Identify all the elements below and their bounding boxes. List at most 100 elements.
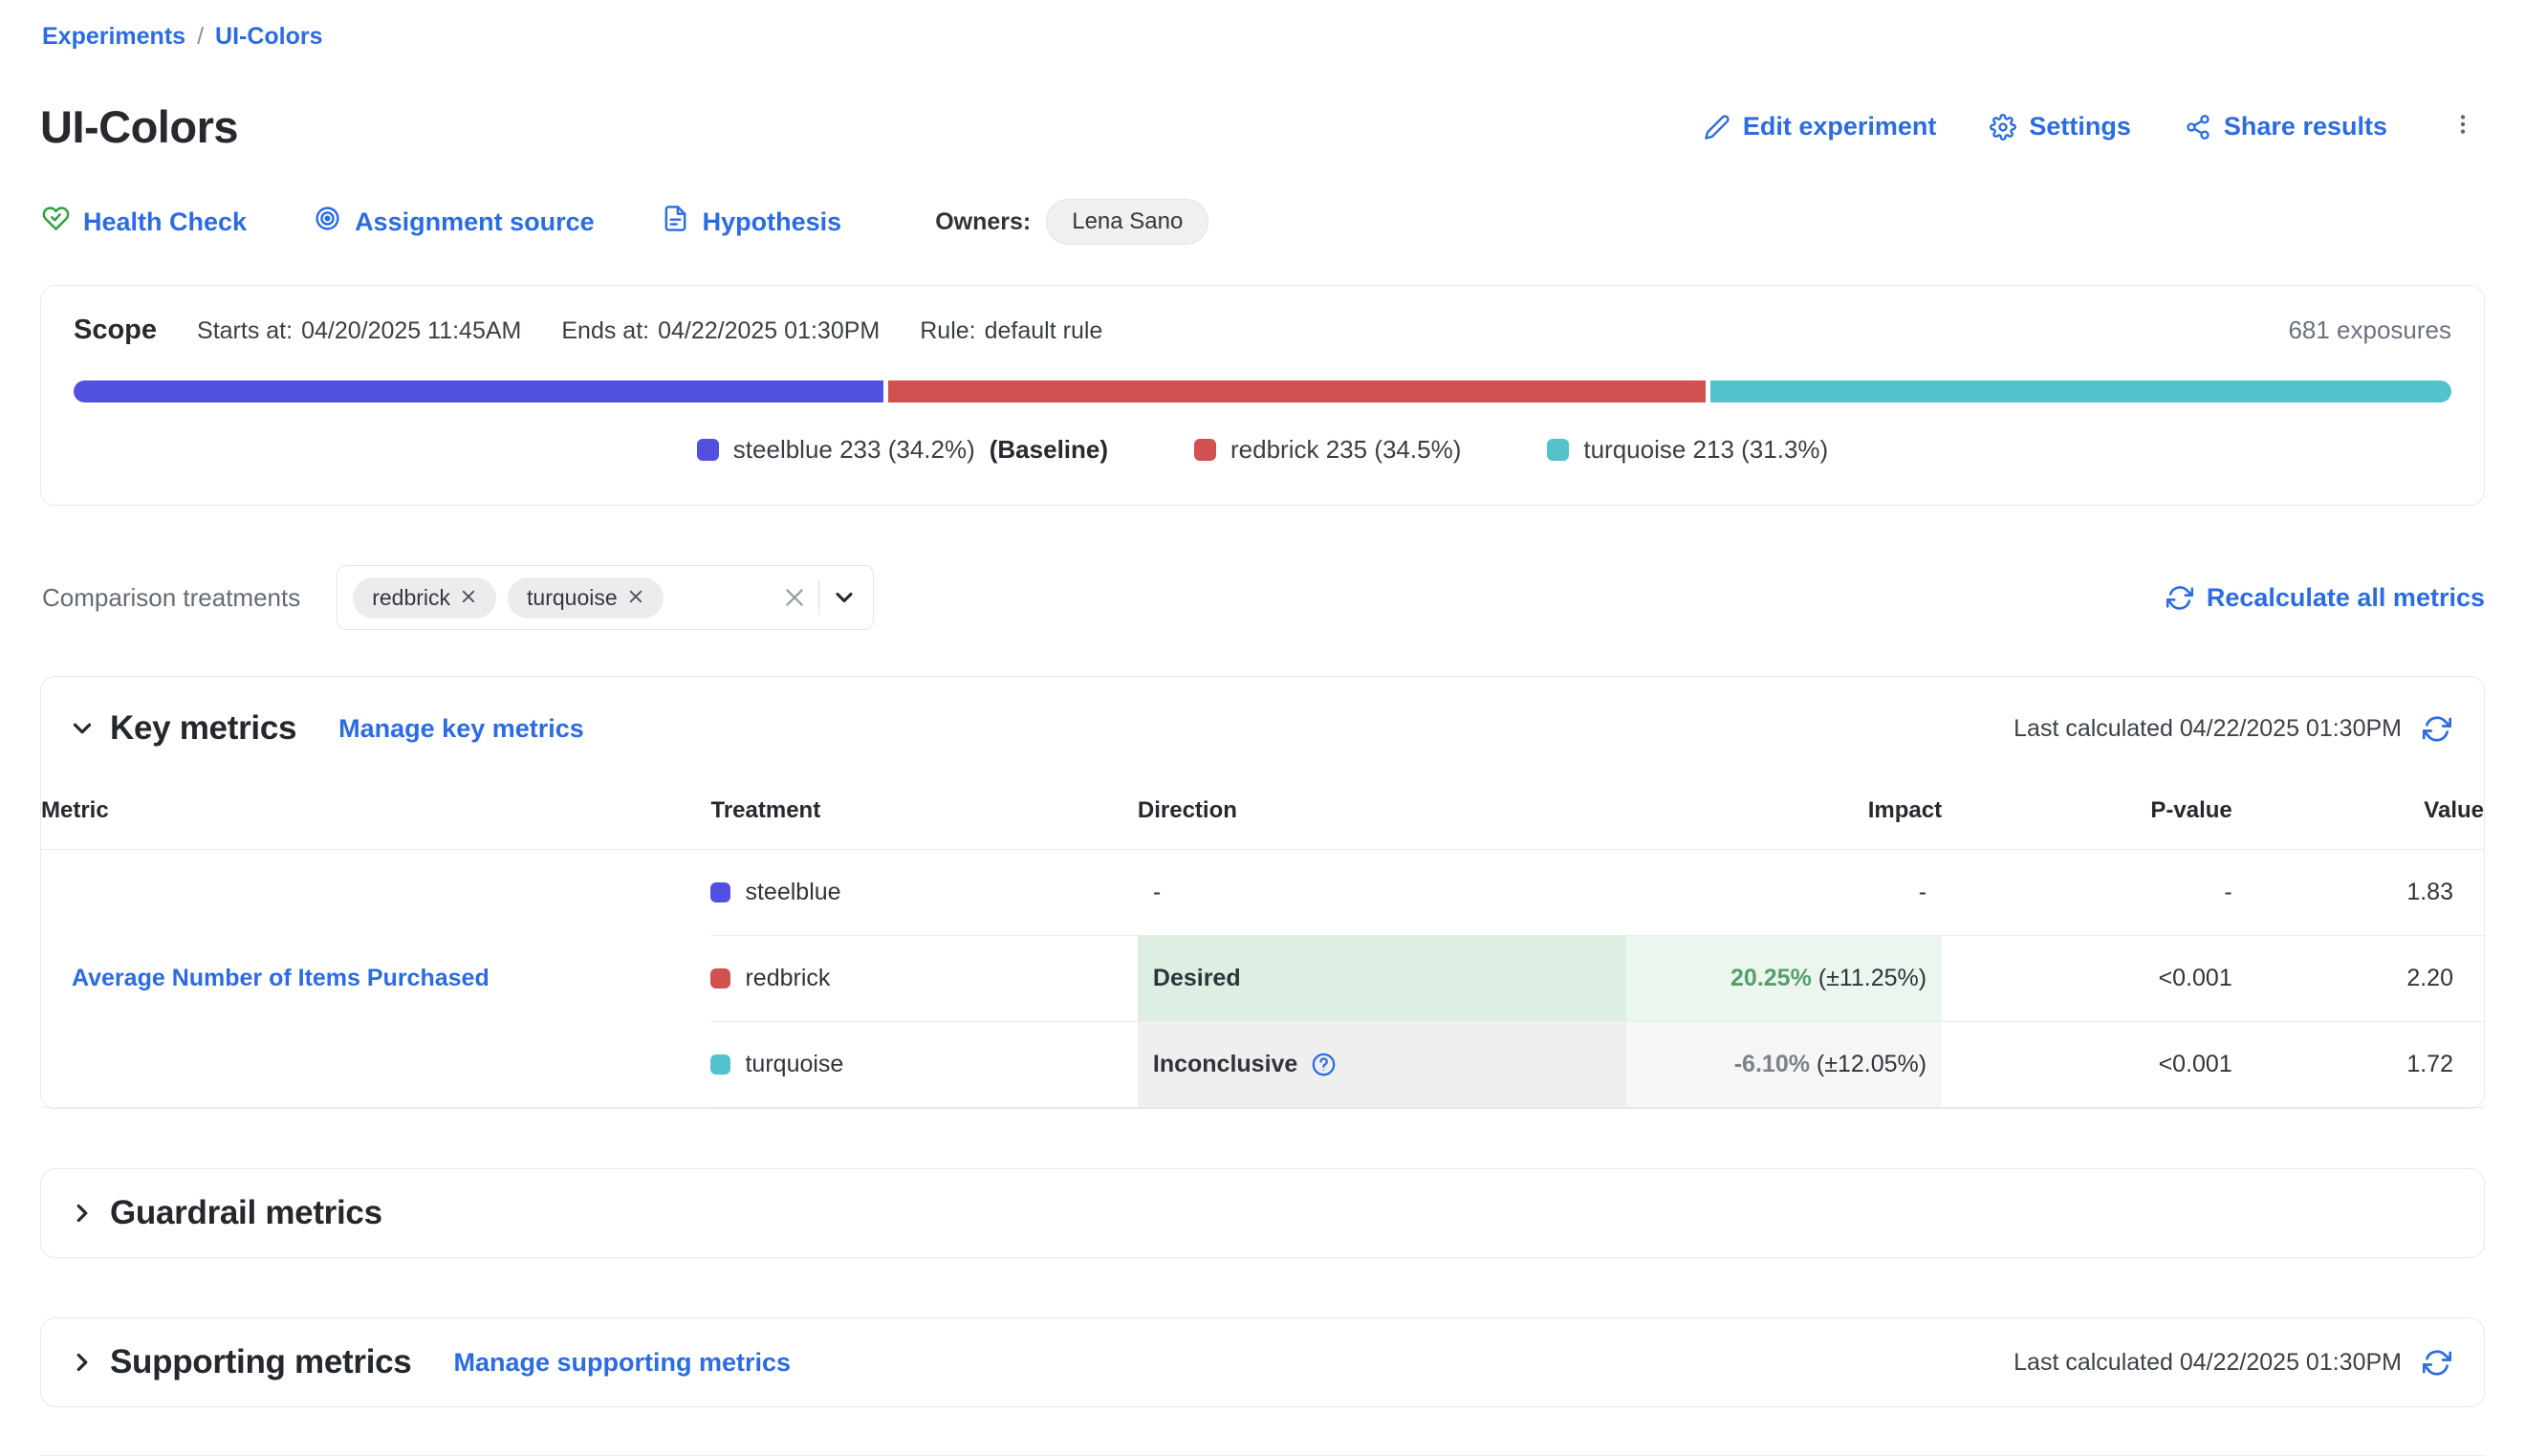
scope-ends: Ends at: 04/22/2025 01:30PM bbox=[561, 317, 880, 345]
select-divider bbox=[818, 580, 819, 615]
chevron-down-icon[interactable] bbox=[831, 584, 858, 611]
share-results-label: Share results bbox=[2224, 112, 2387, 141]
treatment-cell: steelblue bbox=[710, 850, 1137, 936]
collapse-chevron-right-icon[interactable] bbox=[62, 1199, 110, 1228]
comparison-treatments-select[interactable]: redbrick turquoise bbox=[337, 565, 874, 630]
key-metrics-header: Key metrics Manage key metrics Last calc… bbox=[41, 677, 2484, 772]
direction-text: Inconclusive bbox=[1153, 1051, 1297, 1078]
owners-label: Owners: bbox=[935, 208, 1031, 236]
supporting-last-calculated: Last calculated 04/22/2025 01:30PM bbox=[2013, 1348, 2451, 1377]
kebab-icon bbox=[2450, 124, 2475, 141]
collapse-chevron-down-icon[interactable] bbox=[62, 714, 110, 743]
recalculate-all-metrics-button[interactable]: Recalculate all metrics bbox=[2166, 583, 2485, 613]
experiment-page: Experiments / UI-Colors UI-Colors Edit e… bbox=[0, 0, 2525, 1456]
settings-label: Settings bbox=[2029, 112, 2131, 141]
owners: Owners: Lena Sano bbox=[935, 199, 1208, 245]
exposure-legend: steelblue 233 (34.2%) (Baseline) redbric… bbox=[74, 435, 2451, 465]
chip-label: redbrick bbox=[372, 585, 450, 611]
starts-value: 04/20/2025 11:45AM bbox=[301, 317, 521, 345]
chip-redbrick[interactable]: redbrick bbox=[353, 577, 496, 619]
hypothesis-label: Hypothesis bbox=[703, 207, 842, 237]
remove-redbrick-icon[interactable] bbox=[460, 585, 477, 611]
question-circle-icon[interactable] bbox=[1311, 1052, 1337, 1077]
manage-supporting-metrics-link[interactable]: Manage supporting metrics bbox=[453, 1348, 791, 1378]
table-row-steelblue: Average Number of Items Purchased steelb… bbox=[41, 850, 2484, 936]
supporting-metrics-title: Supporting metrics bbox=[110, 1343, 411, 1381]
edit-experiment-label: Edit experiment bbox=[1743, 112, 1937, 141]
impact-cell: - bbox=[1626, 850, 1942, 936]
steelblue-swatch-icon bbox=[697, 439, 719, 461]
pencil-icon bbox=[1704, 114, 1730, 141]
remove-turquoise-icon[interactable] bbox=[627, 585, 644, 611]
refresh-icon[interactable] bbox=[2423, 1348, 2451, 1377]
collapse-chevron-right-icon[interactable] bbox=[62, 1348, 110, 1377]
direction-cell: - bbox=[1138, 850, 1626, 936]
health-check-link[interactable]: Health Check bbox=[42, 205, 247, 239]
starts-label: Starts at: bbox=[197, 317, 293, 345]
recalculate-label: Recalculate all metrics bbox=[2207, 583, 2485, 613]
value-cell: 1.72 bbox=[2232, 1022, 2484, 1108]
steelblue-swatch-icon bbox=[710, 882, 730, 902]
header-row: UI-Colors Edit experiment Settings Share… bbox=[40, 100, 2485, 153]
pvalue-cell: <0.001 bbox=[1942, 1022, 2232, 1108]
owner-pill[interactable]: Lena Sano bbox=[1046, 199, 1208, 245]
rule-label: Rule: bbox=[920, 317, 975, 345]
assignment-source-label: Assignment source bbox=[355, 207, 595, 237]
impact-value: 20.25% bbox=[1730, 965, 1812, 991]
col-value: Value bbox=[2232, 772, 2484, 850]
impact-cell: -6.10% (±12.05%) bbox=[1626, 1022, 1942, 1108]
turquoise-swatch-icon bbox=[710, 1054, 730, 1075]
scope-card: Scope Starts at: 04/20/2025 11:45AM Ends… bbox=[40, 285, 2485, 506]
metric-link[interactable]: Average Number of Items Purchased bbox=[72, 965, 490, 991]
share-results-button[interactable]: Share results bbox=[2185, 112, 2387, 141]
share-icon bbox=[2185, 114, 2211, 141]
hypothesis-link[interactable]: Hypothesis bbox=[662, 205, 842, 239]
exposure-bar-segment-steelblue bbox=[74, 380, 883, 402]
scope-rule: Rule: default rule bbox=[920, 317, 1102, 345]
refresh-icon[interactable] bbox=[2423, 714, 2451, 743]
table-header-row: Metric Treatment Direction Impact P-valu… bbox=[41, 772, 2484, 850]
comparison-treatments-label: Comparison treatments bbox=[40, 583, 300, 613]
legend-item-steelblue: steelblue 233 (34.2%) (Baseline) bbox=[697, 435, 1108, 465]
more-options-button[interactable] bbox=[2441, 106, 2485, 147]
last-calculated-text: Last calculated 04/22/2025 01:30PM bbox=[2013, 1349, 2402, 1377]
gear-icon bbox=[1990, 114, 2016, 141]
chip-label: turquoise bbox=[527, 585, 618, 611]
col-treatment: Treatment bbox=[710, 772, 1137, 850]
value-cell: 1.83 bbox=[2232, 850, 2484, 936]
breadcrumb-current[interactable]: UI-Colors bbox=[215, 23, 323, 51]
sub-links: Health Check Assignment source Hypothesi… bbox=[40, 199, 2485, 245]
breadcrumb-experiments[interactable]: Experiments bbox=[42, 23, 185, 51]
legend-item-redbrick: redbrick 235 (34.5%) bbox=[1194, 435, 1461, 465]
target-icon bbox=[314, 205, 341, 239]
key-metrics-card: Key metrics Manage key metrics Last calc… bbox=[40, 676, 2485, 1109]
document-icon bbox=[662, 205, 689, 239]
legend-label: turquoise 213 (31.3%) bbox=[1583, 435, 1828, 465]
scope-title: Scope bbox=[74, 315, 157, 346]
treatment-cell: turquoise bbox=[710, 1022, 1137, 1108]
assignment-source-link[interactable]: Assignment source bbox=[314, 205, 595, 239]
impact-cell: 20.25% (±11.25%) bbox=[1626, 936, 1942, 1022]
supporting-metrics-card: Supporting metrics Manage supporting met… bbox=[40, 1317, 2485, 1407]
redbrick-swatch-icon bbox=[710, 968, 730, 989]
impact-ci: (±11.25%) bbox=[1818, 965, 1926, 991]
pvalue-cell: - bbox=[1942, 850, 2232, 936]
breadcrumb: Experiments / UI-Colors bbox=[40, 23, 2485, 51]
scope-head: Scope Starts at: 04/20/2025 11:45AM Ends… bbox=[74, 315, 2451, 346]
guardrail-metrics-title: Guardrail metrics bbox=[110, 1194, 382, 1232]
exposure-bar-segment-turquoise bbox=[1710, 380, 2451, 402]
direction-cell: Desired bbox=[1138, 936, 1626, 1022]
chip-turquoise[interactable]: turquoise bbox=[508, 577, 664, 619]
col-pvalue: P-value bbox=[1942, 772, 2232, 850]
exposures-count: 681 exposures bbox=[2288, 315, 2451, 345]
settings-button[interactable]: Settings bbox=[1990, 112, 2131, 141]
manage-key-metrics-link[interactable]: Manage key metrics bbox=[338, 714, 584, 744]
treatment-name: turquoise bbox=[745, 1051, 843, 1078]
treatment-name: redbrick bbox=[745, 965, 830, 992]
redbrick-swatch-icon bbox=[1194, 439, 1216, 461]
clear-selection-icon[interactable] bbox=[782, 585, 807, 610]
heart-check-icon bbox=[42, 205, 70, 239]
key-metrics-last-calculated: Last calculated 04/22/2025 01:30PM bbox=[2013, 714, 2451, 743]
edit-experiment-button[interactable]: Edit experiment bbox=[1704, 112, 1937, 141]
guardrail-metrics-card: Guardrail metrics bbox=[40, 1168, 2485, 1258]
